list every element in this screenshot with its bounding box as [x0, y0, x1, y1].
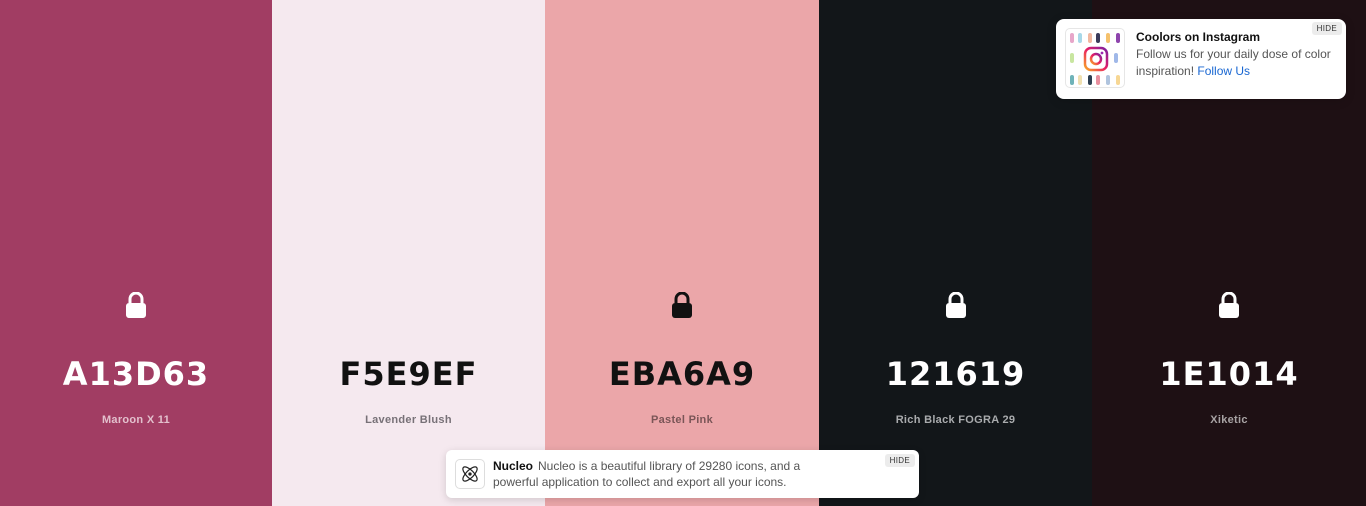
color-swatch[interactable]: EBA6A9 Pastel Pink [545, 0, 819, 506]
color-swatch[interactable]: F5E9EF Lavender Blush [272, 0, 545, 506]
instagram-icon [1083, 46, 1109, 72]
hex-code[interactable]: A13D63 [0, 355, 272, 393]
hex-code[interactable]: 1E1014 [1092, 355, 1366, 393]
color-name[interactable]: Xiketic [1092, 414, 1366, 426]
lock-icon[interactable] [671, 292, 693, 318]
lock-icon[interactable] [125, 292, 147, 318]
instagram-popup: Coolors on Instagram Follow us for your … [1056, 19, 1346, 99]
atom-icon [455, 459, 485, 489]
lock-icon[interactable] [945, 292, 967, 318]
banner-title: Nucleo [493, 459, 534, 473]
follow-us-link[interactable]: Follow Us [1197, 64, 1250, 78]
banner-message: Nucleo is a beautiful library of 29280 i… [493, 459, 801, 489]
color-name[interactable]: Lavender Blush [272, 414, 545, 426]
ad-banner[interactable]: Nucleo Nucleo is a beautiful library of 2… [446, 450, 919, 498]
color-name[interactable]: Rich Black FOGRA 29 [819, 414, 1092, 426]
instagram-thumbnail[interactable] [1065, 28, 1125, 88]
popup-title: Coolors on Instagram [1136, 30, 1261, 44]
hex-code[interactable]: F5E9EF [272, 355, 545, 393]
hex-code[interactable]: EBA6A9 [545, 355, 819, 393]
hide-popup-button[interactable]: HIDE [1311, 22, 1342, 35]
color-name[interactable]: Pastel Pink [545, 414, 819, 426]
lock-icon[interactable] [1218, 292, 1240, 318]
color-name[interactable]: Maroon X 11 [0, 414, 272, 426]
color-swatch[interactable]: 121619 Rich Black FOGRA 29 [819, 0, 1092, 506]
popup-text: Follow us for your daily dose of color i… [1136, 46, 1336, 80]
banner-text: Nucleo Nucleo is a beautiful library of 2… [493, 458, 843, 490]
color-swatch[interactable]: A13D63 Maroon X 11 [0, 0, 272, 506]
hide-banner-button[interactable]: HIDE [884, 454, 915, 467]
hex-code[interactable]: 121619 [819, 355, 1092, 393]
